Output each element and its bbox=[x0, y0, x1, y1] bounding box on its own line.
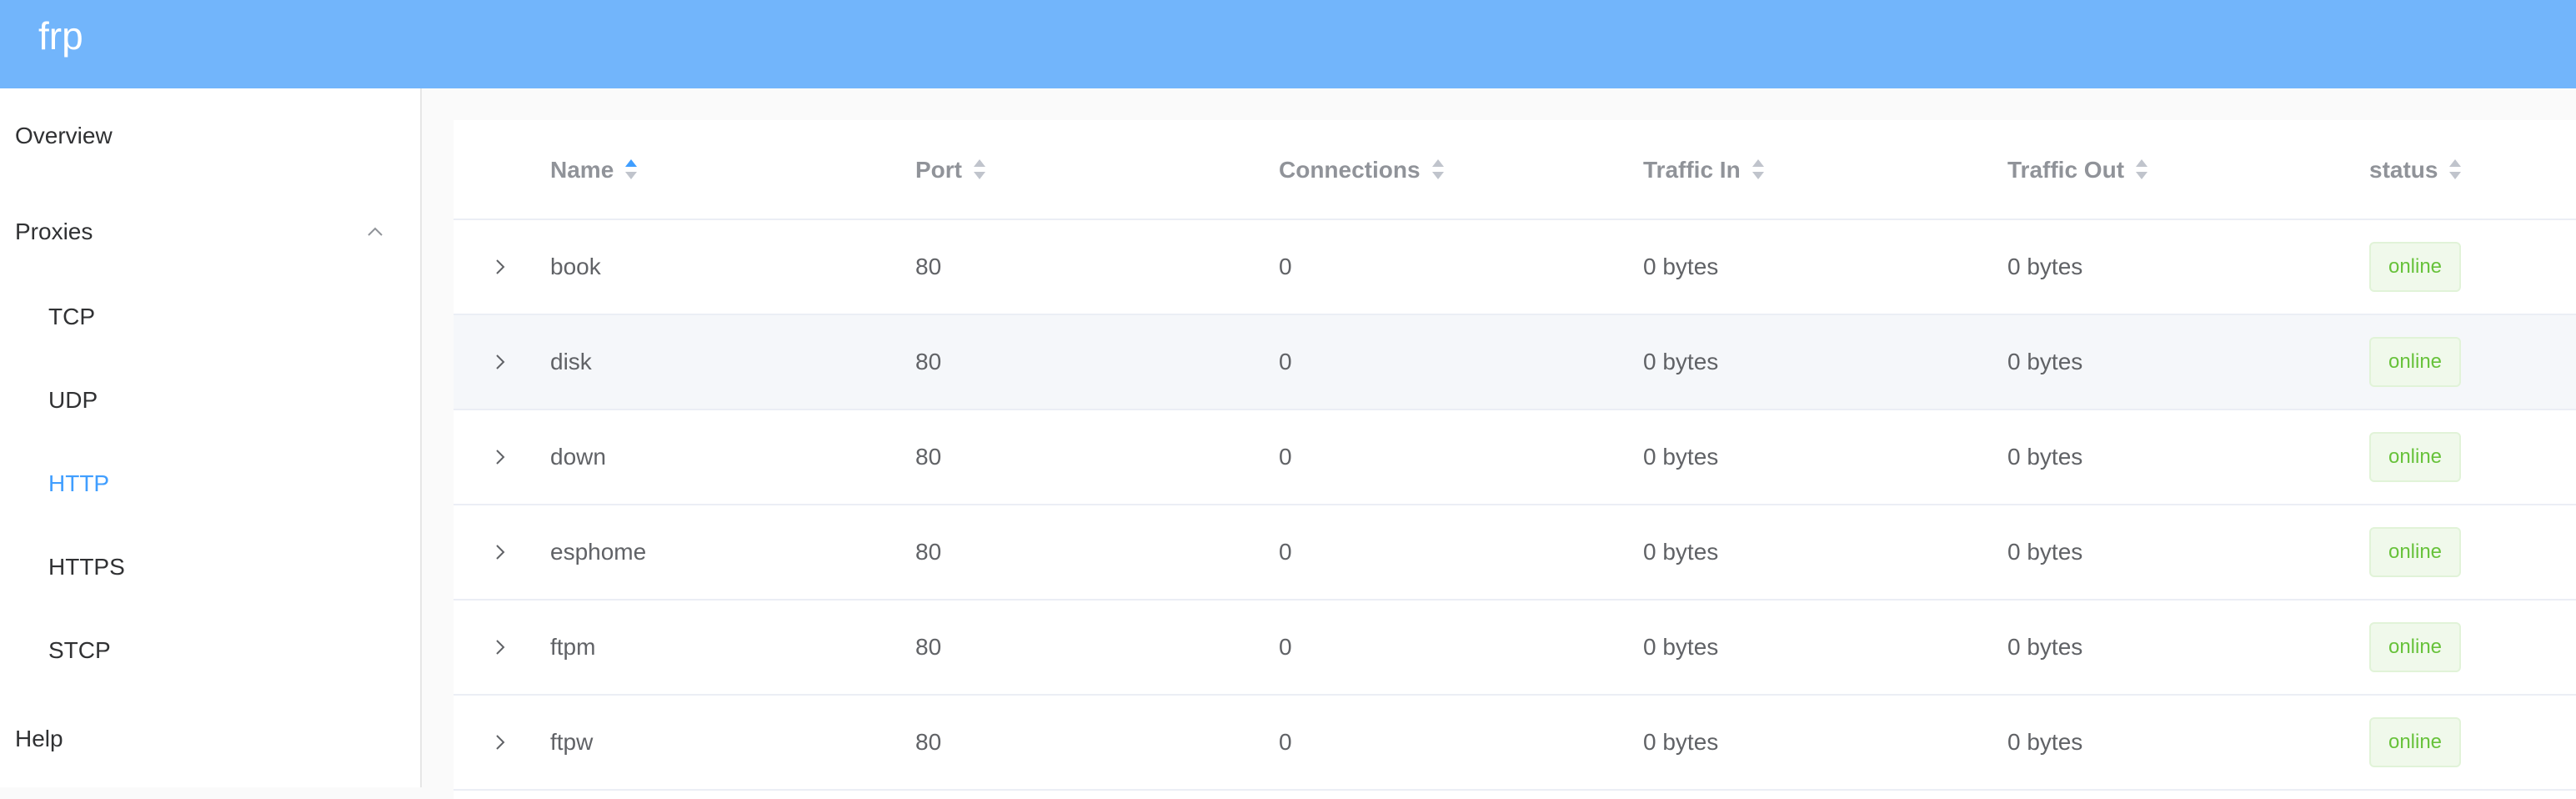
column-header-label: status bbox=[2369, 157, 2438, 183]
column-header-traffic-out[interactable]: Traffic Out bbox=[2007, 153, 2149, 187]
cell-traffic-out: 0 bytes bbox=[2007, 539, 2083, 565]
cell-port: 80 bbox=[915, 444, 942, 470]
cell-port: 80 bbox=[915, 634, 942, 660]
cell-connections: 0 bbox=[1279, 539, 1292, 565]
status-badge: online bbox=[2369, 337, 2461, 387]
cell-port: 80 bbox=[915, 254, 942, 279]
sort-icon[interactable] bbox=[2448, 158, 2463, 181]
table-row[interactable]: down 80 0 0 bytes 0 bytes online bbox=[454, 410, 2576, 505]
table-row[interactable]: disk 80 0 0 bytes 0 bytes online bbox=[454, 315, 2576, 410]
chevron-right-icon[interactable] bbox=[489, 350, 512, 374]
chevron-right-icon[interactable] bbox=[489, 540, 512, 564]
cell-traffic-in: 0 bytes bbox=[1643, 349, 1719, 374]
cell-connections: 0 bbox=[1279, 254, 1292, 279]
cell-connections: 0 bbox=[1279, 444, 1292, 470]
sidebar-menu: Overview Proxies TCP UDP HTTP HTTPS STCP… bbox=[0, 88, 422, 787]
table-row[interactable]: book 80 0 0 bytes 0 bytes online bbox=[454, 220, 2576, 315]
cell-name: ftpw bbox=[550, 729, 594, 755]
sidebar-item-http[interactable]: HTTP bbox=[48, 467, 109, 500]
table-row[interactable]: ftpm 80 0 0 bytes 0 bytes online bbox=[454, 601, 2576, 696]
cell-port: 80 bbox=[915, 729, 942, 755]
cell-name: down bbox=[550, 444, 606, 470]
cell-traffic-out: 0 bytes bbox=[2007, 349, 2083, 374]
table-header: Name Port Connections Traffic In Traffic… bbox=[454, 120, 2576, 220]
sidebar-item-https[interactable]: HTTPS bbox=[48, 550, 125, 584]
cell-connections: 0 bbox=[1279, 634, 1292, 660]
column-header-connections[interactable]: Connections bbox=[1279, 153, 1446, 187]
cell-name: esphome bbox=[550, 539, 647, 565]
status-badge: online bbox=[2369, 717, 2461, 767]
table-row[interactable]: ftpw 80 0 0 bytes 0 bytes online bbox=[454, 696, 2576, 791]
chevron-right-icon[interactable] bbox=[489, 445, 512, 469]
cell-traffic-in: 0 bytes bbox=[1643, 254, 1719, 279]
cell-connections: 0 bbox=[1279, 349, 1292, 374]
status-badge: online bbox=[2369, 242, 2461, 292]
status-badge: online bbox=[2369, 527, 2461, 577]
cell-traffic-in: 0 bytes bbox=[1643, 444, 1719, 470]
cell-traffic-out: 0 bytes bbox=[2007, 254, 2083, 279]
sort-icon[interactable] bbox=[1751, 158, 1766, 181]
column-header-label: Name bbox=[550, 157, 614, 183]
proxy-table: Name Port Connections Traffic In Traffic… bbox=[454, 120, 2576, 799]
cell-traffic-out: 0 bytes bbox=[2007, 729, 2083, 755]
column-header-label: Traffic Out bbox=[2007, 157, 2125, 183]
sort-ascending-icon[interactable] bbox=[624, 158, 639, 181]
chevron-right-icon[interactable] bbox=[489, 255, 512, 279]
chevron-up-icon[interactable] bbox=[365, 222, 385, 242]
cell-name: ftpm bbox=[550, 634, 596, 660]
sidebar-item-help[interactable]: Help bbox=[15, 722, 63, 756]
column-header-status[interactable]: status bbox=[2369, 153, 2463, 187]
app-logo[interactable]: frp bbox=[38, 13, 83, 58]
column-header-label: Traffic In bbox=[1643, 157, 1741, 183]
sort-icon[interactable] bbox=[2134, 158, 2149, 181]
sidebar-item-udp[interactable]: UDP bbox=[48, 384, 98, 417]
sidebar-item-overview[interactable]: Overview bbox=[15, 119, 113, 153]
status-badge: online bbox=[2369, 622, 2461, 672]
chevron-right-icon[interactable] bbox=[489, 731, 512, 754]
cell-connections: 0 bbox=[1279, 729, 1292, 755]
sort-icon[interactable] bbox=[972, 158, 987, 181]
cell-name: disk bbox=[550, 349, 592, 374]
cell-traffic-in: 0 bytes bbox=[1643, 729, 1719, 755]
cell-port: 80 bbox=[915, 539, 942, 565]
cell-name: book bbox=[550, 254, 601, 279]
status-badge: online bbox=[2369, 432, 2461, 482]
sidebar-item-proxies[interactable]: Proxies bbox=[15, 215, 93, 249]
cell-traffic-out: 0 bytes bbox=[2007, 634, 2083, 660]
chevron-right-icon[interactable] bbox=[489, 636, 512, 659]
sidebar-item-stcp[interactable]: STCP bbox=[48, 634, 111, 667]
column-header-name[interactable]: Name bbox=[550, 153, 639, 187]
cell-port: 80 bbox=[915, 349, 942, 374]
cell-traffic-in: 0 bytes bbox=[1643, 634, 1719, 660]
column-header-traffic-in[interactable]: Traffic In bbox=[1643, 153, 1766, 187]
table-row[interactable]: esphome 80 0 0 bytes 0 bytes online bbox=[454, 505, 2576, 601]
column-header-port[interactable]: Port bbox=[915, 153, 987, 187]
cell-traffic-in: 0 bytes bbox=[1643, 539, 1719, 565]
column-header-label: Port bbox=[915, 157, 962, 183]
top-header: frp bbox=[0, 0, 2576, 88]
cell-traffic-out: 0 bytes bbox=[2007, 444, 2083, 470]
sort-icon[interactable] bbox=[1431, 158, 1446, 181]
column-header-label: Connections bbox=[1279, 157, 1421, 183]
sidebar-item-tcp[interactable]: TCP bbox=[48, 300, 95, 334]
